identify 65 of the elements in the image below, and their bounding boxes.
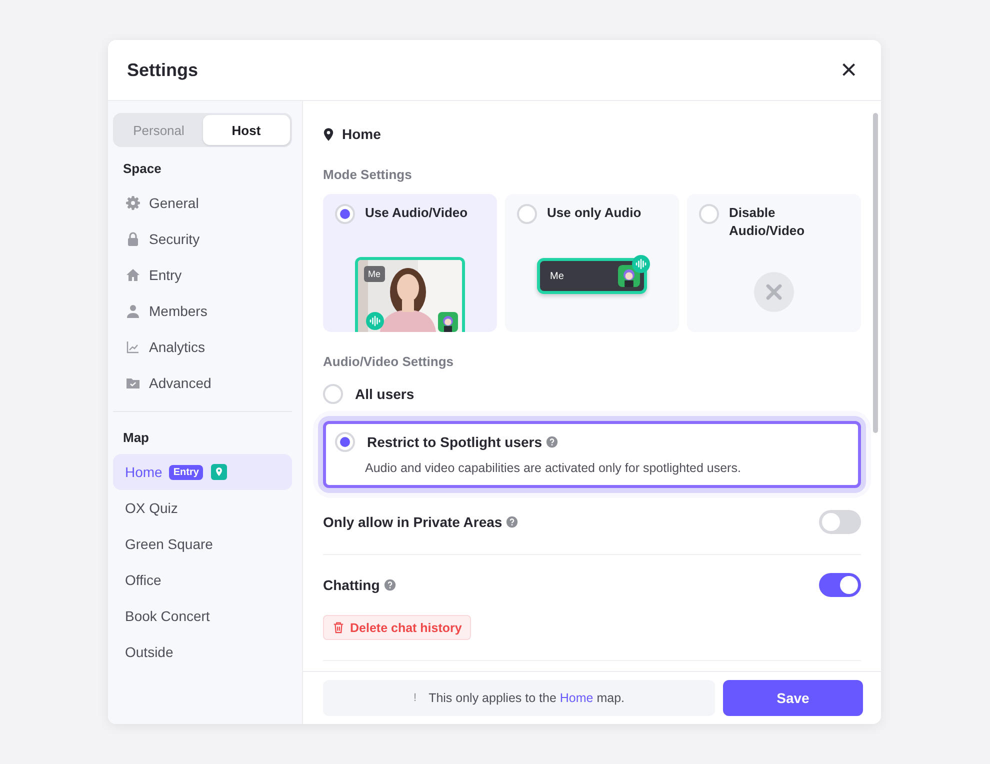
setting-label: Chatting: [323, 577, 380, 593]
mode-label: Use only Audio: [547, 204, 642, 222]
map-name: Outside: [125, 644, 174, 660]
setting-label: Only allow in Private Areas: [323, 514, 502, 530]
map-item[interactable]: Home Entry: [113, 454, 292, 490]
save-button[interactable]: Save: [723, 680, 863, 716]
scrollbar-thumb[interactable]: [873, 113, 878, 433]
notice-mark: !: [414, 692, 417, 704]
window-title: Settings: [127, 60, 200, 80]
avatar-icon: [438, 312, 458, 332]
map-name: Office: [125, 572, 162, 588]
help-icon: [384, 579, 396, 591]
radio-button[interactable]: [699, 204, 719, 224]
map-item[interactable]: Book Concert: [113, 598, 292, 634]
mode-card[interactable]: Use only Audio Me: [505, 194, 679, 332]
option-description: Audio and video capabilities are activated only for spotlighted users.: [365, 461, 742, 475]
toggle-switch[interactable]: [819, 510, 861, 534]
map-item[interactable]: Office: [113, 562, 292, 598]
entry-badge: Entry: [169, 464, 203, 480]
sidebar-item[interactable]: Analytics: [113, 329, 292, 365]
section-heading: Mode Settings: [323, 167, 413, 182]
map-name: Book Concert: [125, 608, 210, 624]
option-label: Restrict to Spotlight users: [367, 434, 542, 450]
toggle-switch[interactable]: [819, 573, 861, 597]
option-label: All users: [355, 386, 414, 402]
map-item[interactable]: Green Square: [113, 526, 292, 562]
radio-button[interactable]: [323, 384, 343, 404]
chart-icon: [125, 339, 141, 355]
disabled-x-icon: [754, 272, 794, 312]
radio-button[interactable]: [335, 204, 355, 224]
map-item[interactable]: Outside: [113, 634, 292, 670]
section-heading: Space: [122, 161, 162, 177]
section-heading: Audio/Video Settings: [323, 354, 454, 369]
map-title: Home: [342, 126, 381, 142]
sidebar-item[interactable]: Members: [113, 293, 292, 329]
name-tag: Me: [364, 266, 385, 282]
sidebar-item[interactable]: Security: [113, 221, 292, 257]
close-button[interactable]: ×: [836, 56, 861, 84]
mode-label: Disable Audio/Video: [729, 204, 806, 240]
mode-card[interactable]: Use Audio/Video Me: [323, 194, 497, 332]
help-icon: [506, 516, 518, 528]
map-name: Green Square: [125, 536, 213, 552]
location-pin-icon: [323, 126, 334, 142]
map-name: Home: [125, 464, 162, 480]
section-heading: Map: [122, 430, 150, 446]
radio-button[interactable]: [335, 432, 355, 452]
role-tab[interactable]: Host: [202, 115, 290, 145]
sidebar-item[interactable]: Entry: [113, 257, 292, 293]
name-tag: Me: [550, 270, 618, 282]
sidebar-item[interactable]: Advanced: [113, 365, 292, 401]
trash-icon: [332, 621, 345, 634]
radio-button[interactable]: [517, 204, 537, 224]
settings-icon: [125, 195, 141, 211]
sidebar-item[interactable]: General: [113, 185, 292, 221]
person-icon: [125, 303, 141, 319]
sound-wave-icon: [366, 312, 384, 330]
map-item[interactable]: OX Quiz: [113, 490, 292, 526]
map-name: OX Quiz: [125, 500, 178, 516]
house-icon: [125, 267, 141, 283]
avatar-icon: [618, 265, 640, 287]
lock-icon: [125, 231, 141, 247]
mode-label: Use Audio/Video: [365, 204, 468, 222]
sound-wave-icon: [632, 255, 650, 273]
notice-text: This only applies to the Home map.: [428, 691, 624, 705]
mode-card[interactable]: Disable Audio/Video: [687, 194, 861, 332]
